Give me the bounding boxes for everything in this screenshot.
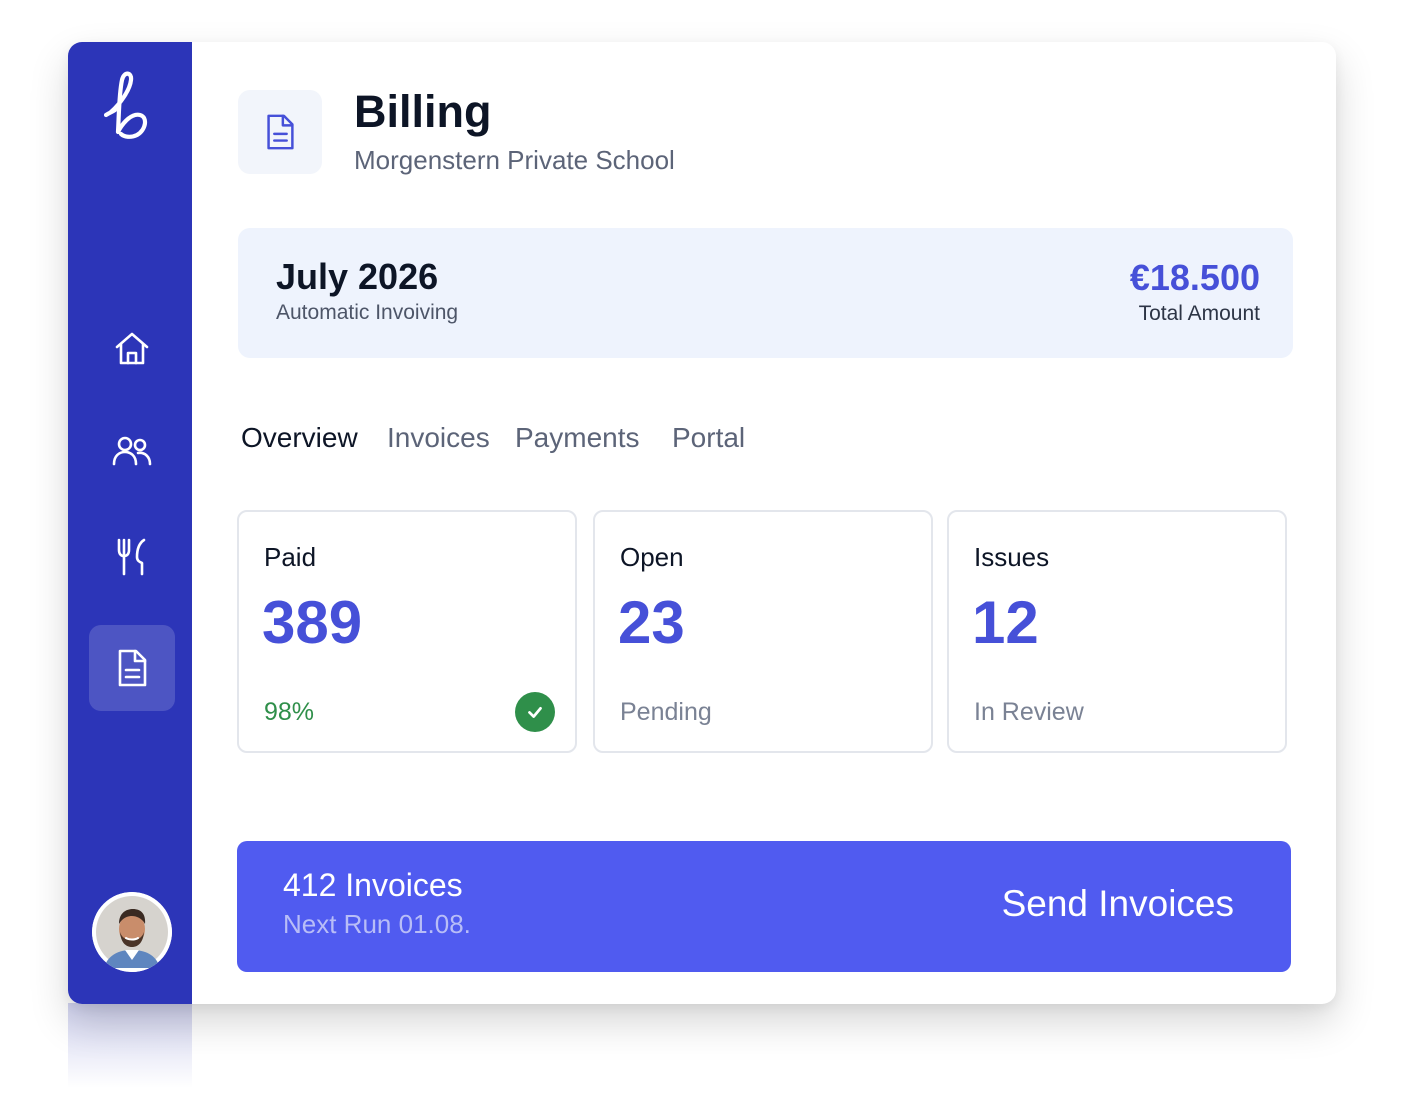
sidebar-item-meals[interactable] [89,514,175,600]
stat-card-paid[interactable]: Paid 389 98% [237,510,577,753]
document-icon [118,649,147,687]
invoice-count: 412 Invoices [283,867,463,903]
document-icon [267,114,294,150]
check-circle-icon [515,692,555,732]
stat-status: In Review [974,698,1084,726]
stat-label: Issues [974,542,1050,572]
period-subtitle: Automatic Invoiving [276,301,459,324]
period-title: July 2026 [276,256,439,297]
stat-status: Pending [620,698,712,726]
stat-card-issues[interactable]: Issues 12 In Review [947,510,1287,753]
tab-payments[interactable]: Payments [515,422,640,454]
next-run-date: Next Run 01.08. [283,909,471,939]
main-content: Billing Morgenstern Private School July … [192,42,1336,1004]
total-amount: €18.500 [1129,257,1260,298]
stat-value: 23 [618,589,685,656]
tab-invoices[interactable]: Invoices [387,422,490,454]
stat-percentage: 98% [264,698,315,726]
billing-period-card: July 2026 Automatic Invoiving €18.500 To… [238,228,1293,358]
tab-portal[interactable]: Portal [672,422,745,454]
stage: Billing Morgenstern Private School July … [0,0,1404,1098]
stat-value: 12 [972,589,1039,656]
stat-label: Open [620,542,684,572]
stat-value: 389 [262,589,363,656]
sidebar [68,42,192,1004]
users-icon [112,436,152,466]
page-subtitle: Morgenstern Private School [354,145,675,175]
stat-card-open[interactable]: Open 23 Pending [593,510,933,753]
send-invoices-button[interactable]: Send Invoices [1002,883,1234,925]
cutlery-icon [117,538,146,576]
stat-label: Paid [264,542,317,572]
billing-header-icon-box [238,90,322,174]
tab-overview[interactable]: Overview [241,422,358,454]
send-invoices-bar: 412 Invoices Next Run 01.08. Send Invoic… [237,841,1291,972]
user-avatar[interactable] [92,892,172,972]
sidebar-item-users[interactable] [89,408,175,494]
sidebar-item-billing[interactable] [89,625,175,711]
sidebar-reflection [68,1003,192,1088]
total-amount-label: Total Amount [1138,302,1260,325]
app-window: Billing Morgenstern Private School July … [68,42,1336,1004]
sidebar-item-home[interactable] [89,306,175,392]
brand-logo-icon[interactable] [104,68,154,142]
home-icon [115,332,149,365]
page-title: Billing [354,86,492,137]
avatar-icon [92,892,172,972]
